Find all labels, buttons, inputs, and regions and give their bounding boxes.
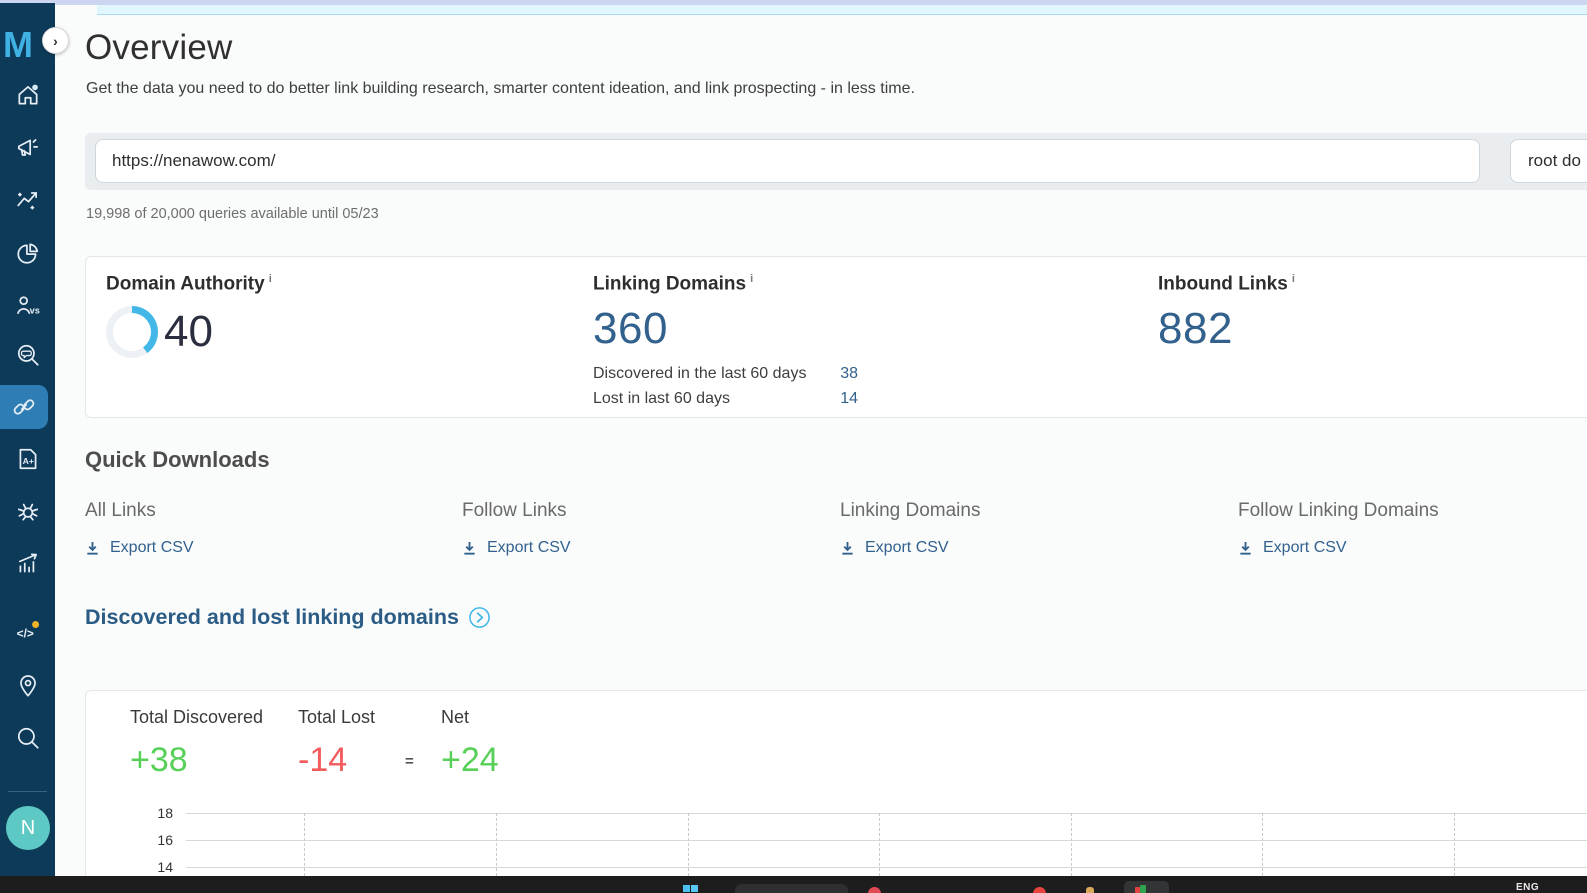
discovered-value-link[interactable]: 38 [840, 365, 858, 383]
download-icon [842, 541, 853, 555]
sidebar-item-reports[interactable] [0, 231, 55, 275]
gridline-14 [186, 867, 1587, 868]
sidebar-divider [8, 791, 47, 792]
os-taskbar: ENG [0, 876, 1587, 893]
total-lost-value: -14 [298, 741, 348, 779]
crawler-spider-icon [17, 503, 38, 521]
download-icon [464, 541, 475, 555]
linking-domains-metric: Linking Domains i 360 Discovered in the l… [593, 273, 858, 411]
ytick-18: 18 [157, 805, 173, 821]
queries-available-note: 19,998 of 20,000 queries available until… [86, 206, 379, 222]
download-icon [87, 541, 98, 555]
svg-text:A+: A+ [22, 456, 33, 466]
quick-download-follow-linking-domains: Follow Linking Domains Export CSV [1238, 500, 1439, 557]
sidebar-item-keyword-research[interactable] [0, 333, 55, 377]
taskbar-app-icon[interactable] [1086, 887, 1094, 893]
total-discovered-value: +38 [130, 741, 188, 779]
sidebar-expand-button[interactable]: › [42, 27, 69, 54]
pie-chart-icon [16, 243, 38, 264]
page-grade-icon: A+ [19, 448, 36, 470]
search-icon [17, 727, 39, 749]
chart-growth-icon [18, 553, 37, 573]
net-stat: Net +24 [441, 707, 499, 779]
total-discovered-stat: Total Discovered +38 [130, 707, 264, 779]
location-pin-icon [19, 675, 36, 697]
keyword-search-icon [17, 344, 39, 366]
export-csv-follow-linking-domains[interactable]: Export CSV [1238, 539, 1439, 557]
info-icon[interactable]: i [269, 273, 272, 285]
lost-value-link[interactable]: 14 [840, 390, 858, 408]
sidebar-item-rankings[interactable] [0, 178, 55, 222]
quick-download-all-links: All Links Export CSV [85, 500, 194, 557]
taskbar-app-icon[interactable] [868, 887, 881, 893]
linking-domains-title: Linking Domains i [593, 273, 754, 295]
notification-bar [97, 5, 1587, 15]
download-icon [1240, 541, 1251, 555]
total-lost-stat: Total Lost -14 [298, 707, 376, 779]
url-search-bar: root do [85, 133, 1587, 190]
net-value: +24 [441, 741, 499, 779]
sidebar-item-link-research[interactable] [0, 385, 48, 429]
discovered-lost-section-link[interactable]: Discovered and lost linking domains [85, 605, 491, 630]
sidebar-item-on-page-grader[interactable]: A+ [0, 437, 55, 481]
svg-text:vs: vs [29, 306, 39, 316]
code-icon: </> [16, 621, 39, 641]
discovered-lost-chart-card: Total Discovered +38 Total Lost -14 = Ne… [85, 690, 1587, 893]
sidebar-item-home[interactable] [0, 73, 55, 117]
ytick-14: 14 [157, 859, 173, 875]
linking-domains-value[interactable]: 360 [593, 304, 858, 354]
sidebar-item-crawl[interactable] [0, 489, 55, 533]
megaphone-icon [17, 139, 38, 156]
discovered-row: Discovered in the last 60 days 38 [593, 364, 858, 383]
inbound-links-title: Inbound Links i [1158, 273, 1295, 295]
domain-authority-metric: Domain Authority i 40 [106, 273, 272, 359]
user-avatar[interactable]: N [6, 806, 50, 850]
windows-start-icon[interactable] [683, 885, 698, 893]
url-input[interactable] [95, 139, 1480, 183]
gridline-16 [186, 840, 1587, 841]
quick-download-linking-domains: Linking Domains Export CSV [840, 500, 981, 557]
page-subtitle: Get the data you need to do better link … [86, 80, 915, 97]
svg-text:</>: </> [16, 627, 33, 641]
sidebar-item-performance[interactable] [0, 541, 55, 585]
sidebar-item-campaigns[interactable] [0, 126, 55, 170]
page-title: Overview [85, 28, 233, 67]
inbound-links-metric: Inbound Links i 882 [1158, 273, 1295, 354]
sidebar-item-competitive-research[interactable]: vs [0, 283, 55, 327]
sidebar: M vs A+ </> N [0, 3, 55, 893]
vs-compare-icon: vs [16, 296, 39, 316]
moz-link-explorer-overview: M vs A+ </> N › Overview Get the data yo… [0, 0, 1587, 893]
domain-authority-value: 40 [164, 307, 213, 357]
quick-downloads-title: Quick Downloads [85, 447, 270, 472]
ytick-16: 16 [157, 832, 173, 848]
info-icon[interactable]: i [1292, 273, 1295, 285]
language-indicator[interactable]: ENG [1516, 882, 1539, 893]
export-csv-linking-domains[interactable]: Export CSV [840, 539, 980, 557]
taskbar-search-box[interactable] [735, 884, 848, 893]
scope-dropdown[interactable]: root do [1510, 139, 1587, 183]
sidebar-item-local[interactable] [0, 664, 55, 708]
export-csv-all-links[interactable]: Export CSV [85, 539, 194, 557]
gridline-18 [186, 813, 1587, 814]
trend-icon [16, 192, 37, 210]
moz-logo[interactable]: M [0, 27, 40, 63]
circle-chevron-right-icon [469, 607, 490, 628]
sidebar-item-developer[interactable]: </> [0, 609, 55, 653]
quick-download-follow-links: Follow Links Export CSV [462, 500, 571, 557]
taskbar-active-app[interactable] [1124, 881, 1169, 893]
info-icon[interactable]: i [750, 273, 753, 285]
domain-authority-donut [106, 306, 158, 359]
equals-sign: = [405, 753, 414, 770]
domain-authority-title: Domain Authority i [106, 273, 272, 295]
home-icon [17, 84, 38, 105]
taskbar-app-icon[interactable] [1033, 887, 1046, 893]
code-badge-dot [31, 621, 39, 628]
sidebar-item-search[interactable] [0, 716, 55, 760]
inbound-links-value[interactable]: 882 [1158, 304, 1295, 354]
metrics-card: Domain Authority i 40 Linking Domains i 36… [85, 256, 1587, 418]
export-csv-follow-links[interactable]: Export CSV [462, 539, 571, 557]
lost-row: Lost in last 60 days 14 [593, 389, 858, 408]
link-icon [13, 399, 35, 415]
